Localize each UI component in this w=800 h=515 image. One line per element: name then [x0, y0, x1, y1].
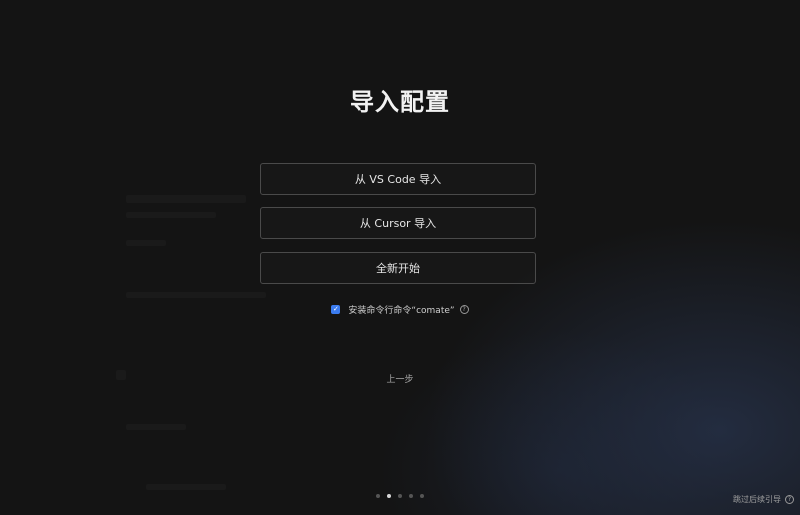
install-cli-checkbox[interactable]: ✓	[331, 305, 341, 314]
skip-guide-label: 跳过后续引导	[733, 495, 781, 504]
install-cli-option: ✓ 安装命令行命令“comate” ?	[0, 303, 800, 316]
step-dot-active	[387, 494, 391, 498]
checkmark-icon: ✓	[332, 305, 339, 313]
help-icon[interactable]: ?	[785, 495, 794, 504]
step-dot	[420, 494, 424, 498]
import-vscode-button[interactable]: 从 VS Code 导入	[260, 163, 536, 195]
step-dot	[409, 494, 413, 498]
step-dot	[376, 494, 380, 498]
page-title: 导入配置	[350, 88, 450, 116]
step-indicator	[0, 494, 800, 498]
import-cursor-button[interactable]: 从 Cursor 导入	[260, 207, 536, 239]
start-fresh-button[interactable]: 全新开始	[260, 252, 536, 284]
previous-step-link[interactable]: 上一步	[0, 372, 800, 385]
skip-guide-link[interactable]: 跳过后续引导 ?	[733, 494, 794, 505]
install-cli-label[interactable]: 安装命令行命令“comate”	[348, 303, 454, 316]
step-dot	[398, 494, 402, 498]
help-icon[interactable]: ?	[459, 305, 469, 314]
